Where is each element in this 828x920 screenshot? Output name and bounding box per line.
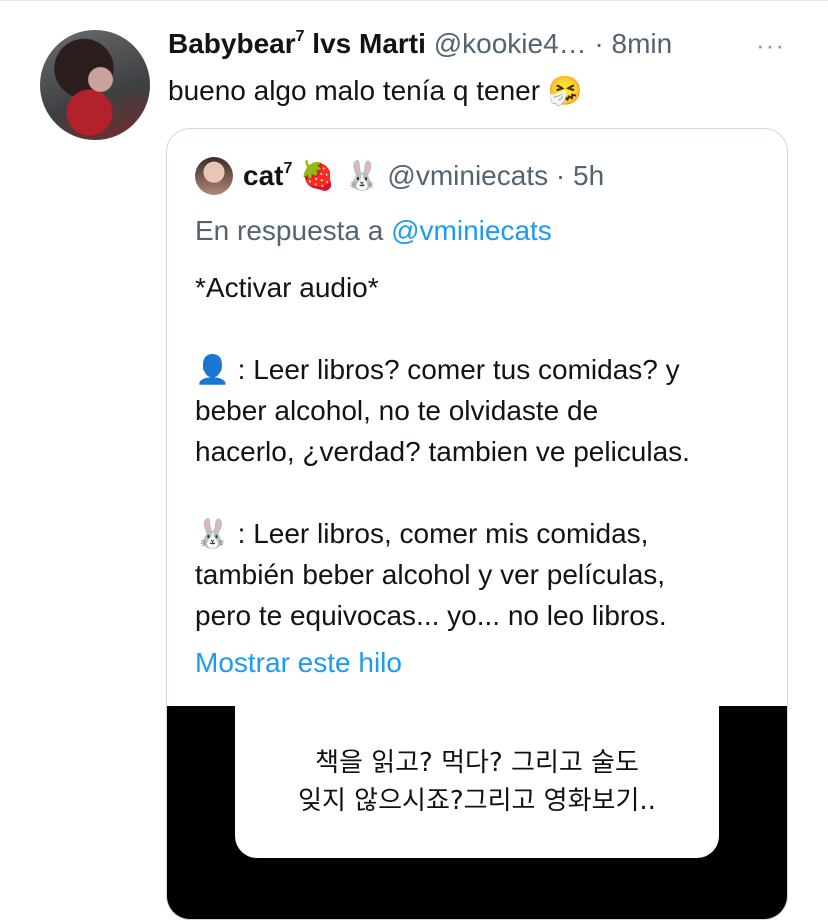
top-divider bbox=[0, 0, 828, 1]
text-line: *Activar audio* bbox=[195, 272, 379, 303]
text-line: 👤 : Leer libros? comer tus comidas? y bbox=[195, 353, 680, 386]
rabbit-face-icon: 🐰 bbox=[195, 517, 230, 550]
quoted-avatar[interactable] bbox=[195, 157, 233, 195]
quoted-text: *Activar audio* 👤 : Leer libros? comer t… bbox=[195, 267, 775, 636]
person-silhouette-icon: 👤 bbox=[195, 353, 230, 386]
tweet-text: bueno algo malo tenía q tener 🤧 bbox=[168, 74, 583, 107]
strawberry-rabbit-icons: 🍓 🐰 bbox=[300, 159, 380, 192]
attached-media[interactable]: 책을 읽고? 먹다? 그리고 술도 잊지 않으시죠?그리고 영화보기.. bbox=[167, 706, 787, 919]
reply-handle-link[interactable]: @vminiecats bbox=[391, 215, 552, 246]
quoted-timestamp[interactable]: · 5h bbox=[556, 160, 604, 191]
sneezing-face-icon: 🤧 bbox=[547, 74, 583, 107]
text-line: pero te equivocas... yo... no leo libros… bbox=[195, 600, 667, 631]
separator: · bbox=[586, 28, 612, 59]
text-line: también beber alcohol y ver películas, bbox=[195, 559, 666, 590]
media-caption-line: 책을 읽고? 먹다? 그리고 술도 bbox=[315, 748, 639, 778]
more-options-icon[interactable]: ··· bbox=[756, 30, 785, 61]
timestamp[interactable]: 8min bbox=[612, 28, 673, 59]
media-caption-bubble: 책을 읽고? 먹다? 그리고 술도 잊지 않으시죠?그리고 영화보기.. bbox=[235, 706, 719, 858]
media-caption-line: 잊지 않으시죠?그리고 영화보기.. bbox=[298, 786, 656, 816]
avatar[interactable] bbox=[40, 30, 150, 140]
quoted-display-name[interactable]: cat7 🍓 🐰 bbox=[243, 159, 380, 192]
quoted-tweet-card[interactable]: cat7 🍓 🐰 @vminiecats · 5h En respuesta a… bbox=[166, 128, 788, 920]
quoted-handle[interactable]: @vminiecats bbox=[387, 160, 548, 191]
text-line: beber alcohol, no te olvidaste de bbox=[195, 395, 599, 426]
text-line: hacerlo, ¿verdad? tambien ve peliculas. bbox=[195, 436, 690, 467]
quoted-header: cat7 🍓 🐰 @vminiecats · 5h bbox=[243, 159, 604, 192]
handle[interactable]: @kookie4… bbox=[434, 28, 587, 59]
display-name[interactable]: Babybear7 lvs Marti bbox=[168, 28, 426, 59]
show-thread-link[interactable]: Mostrar este hilo bbox=[195, 647, 402, 679]
tweet-header: Babybear7 lvs Marti @kookie4… · 8min bbox=[168, 28, 672, 60]
text-line: 🐰 : Leer libros, comer mis comidas, bbox=[195, 517, 649, 550]
reply-context: En respuesta a @vminiecats bbox=[195, 215, 552, 246]
